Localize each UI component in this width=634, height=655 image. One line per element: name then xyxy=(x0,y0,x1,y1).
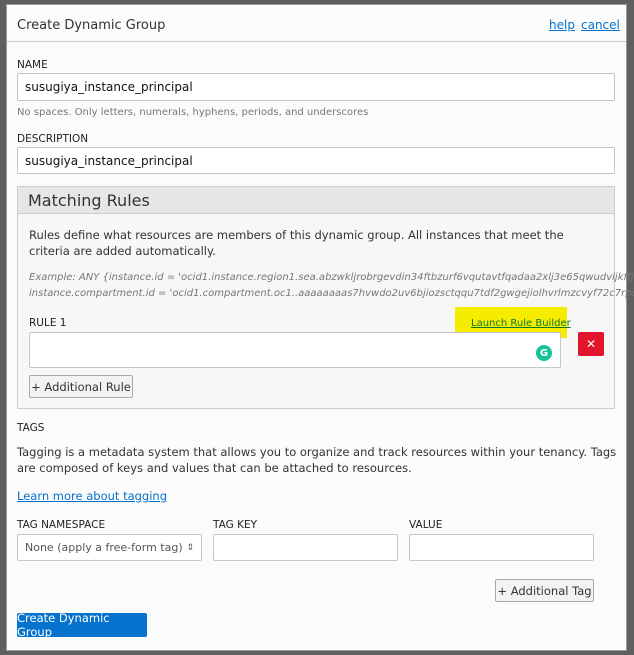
tag-value-input[interactable] xyxy=(409,534,594,561)
name-input[interactable]: susugiya_instance_principal xyxy=(17,73,615,101)
name-label: NAME xyxy=(17,59,48,71)
matching-rules-panel: Matching Rules Rules define what resourc… xyxy=(17,186,634,409)
matching-rules-title: Matching Rules xyxy=(18,187,614,214)
create-dynamic-group-dialog: Create Dynamic Group help cancel NAME su… xyxy=(6,4,634,651)
description-input[interactable]: susugiya_instance_principal xyxy=(17,147,615,174)
tag-key-input[interactable] xyxy=(213,534,398,561)
example-line-1: Example: ANY {instance.id = 'ocid1.insta… xyxy=(29,272,634,283)
additional-tag-button[interactable]: + Additional Tag xyxy=(495,579,594,602)
matching-rules-description: Rules define what resources are members … xyxy=(29,228,564,258)
grammarly-icon[interactable]: G xyxy=(536,345,552,361)
launch-rule-builder-link[interactable]: Launch Rule Builder xyxy=(471,318,571,329)
additional-rule-button[interactable]: + Additional Rule xyxy=(29,375,133,398)
header-divider xyxy=(7,41,626,42)
create-dynamic-group-button[interactable]: Create Dynamic Group xyxy=(17,611,147,639)
example-line-2: instance.compartment.id = 'ocid1.compart… xyxy=(29,288,634,299)
delete-rule-button[interactable]: ✕ xyxy=(578,332,604,356)
rule-1-label: RULE 1 xyxy=(29,317,67,329)
tags-description: Tagging is a metadata system that allows… xyxy=(17,445,617,475)
name-hint: No spaces. Only letters, numerals, hyphe… xyxy=(17,107,369,118)
tag-namespace-label: TAG NAMESPACE xyxy=(17,519,106,531)
select-arrows-icon: ⇕ xyxy=(186,542,194,553)
description-label: DESCRIPTION xyxy=(17,133,89,145)
cancel-link[interactable]: cancel xyxy=(581,18,620,32)
tag-namespace-value: None (apply a free-form tag) xyxy=(25,541,183,554)
tag-key-label: TAG KEY xyxy=(213,519,258,531)
tags-title: TAGS xyxy=(17,422,45,434)
learn-more-tagging-link[interactable]: Learn more about tagging xyxy=(17,489,167,503)
tag-value-label: VALUE xyxy=(409,519,443,531)
tag-namespace-select[interactable]: None (apply a free-form tag) ⇕ xyxy=(17,534,202,561)
rule-1-textarea[interactable] xyxy=(29,332,561,368)
dialog-title: Create Dynamic Group xyxy=(17,18,166,33)
help-link[interactable]: help xyxy=(549,18,575,32)
